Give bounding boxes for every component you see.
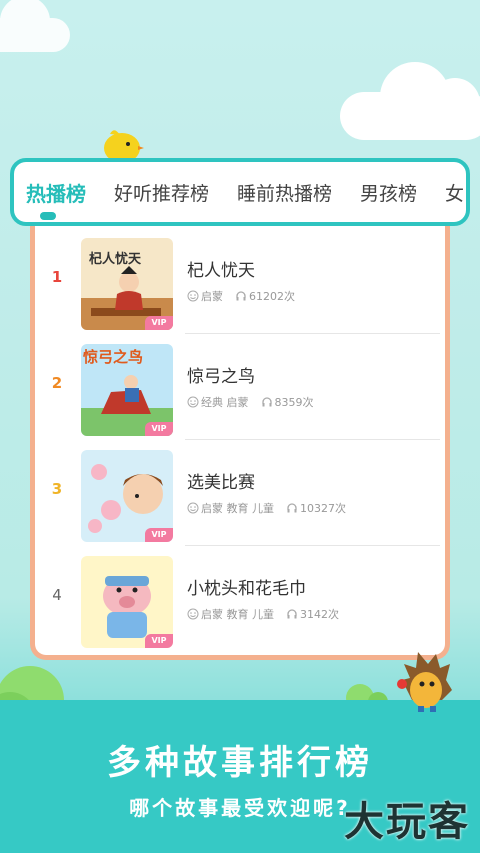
cloud-decoration <box>340 62 480 140</box>
smile-icon <box>187 608 199 620</box>
story-meta: 启蒙 教育 儿童 10327次 <box>187 500 346 516</box>
headphones-icon <box>261 397 272 407</box>
story-cover[interactable]: 惊弓之鸟 VIP <box>81 344 173 436</box>
tab-girls[interactable]: 女 <box>445 179 464 206</box>
smile-icon <box>187 290 199 302</box>
story-meta: 启蒙 61202次 <box>187 288 295 304</box>
active-tab-indicator <box>40 212 56 220</box>
play-count: 8359次 <box>274 396 314 409</box>
vip-badge: VIP <box>145 528 173 542</box>
tab-boys[interactable]: 男孩榜 <box>360 179 417 206</box>
rank-number: 3 <box>51 480 63 498</box>
headphones-icon <box>287 503 297 513</box>
tab-bedtime[interactable]: 睡前热播榜 <box>237 179 332 206</box>
story-cover[interactable]: VIP <box>81 556 173 648</box>
list-item[interactable]: 2 惊弓之鸟 VIP 惊弓之鸟 经典 启蒙 8359次 <box>35 334 445 440</box>
story-meta: 经典 启蒙 8359次 <box>187 394 314 410</box>
story-tags: 启蒙 教育 儿童 <box>201 608 274 621</box>
smile-icon <box>187 396 199 408</box>
story-title: 小枕头和花毛巾 <box>187 579 306 599</box>
list-item[interactable]: 1 杞人忧天 VIP 杞人忧天 启蒙 61202次 <box>35 228 445 334</box>
vip-badge: VIP <box>145 422 173 436</box>
rank-number: 4 <box>52 586 62 604</box>
hedgehog-mascot-icon <box>397 652 452 712</box>
list-item[interactable]: 3 VIP 选美比赛 启蒙 教育 儿童 10327次 <box>35 440 445 546</box>
promo-headline: 多种故事排行榜 <box>107 743 373 783</box>
play-count: 10327次 <box>300 502 346 515</box>
story-title: 杞人忧天 <box>187 261 255 281</box>
rank-number: 2 <box>51 374 63 392</box>
story-tags: 经典 启蒙 <box>201 396 249 409</box>
list-item[interactable]: 4 VIP 小枕头和花毛巾 启蒙 教育 儿童 3142次 <box>35 546 445 652</box>
smile-icon <box>187 502 199 514</box>
story-tags: 启蒙 <box>201 290 223 303</box>
headphones-icon <box>236 291 246 301</box>
story-ranking-list: 1 杞人忧天 VIP 杞人忧天 启蒙 61202次 2 惊弓之鸟 VIP 惊弓之… <box>30 226 450 660</box>
watermark-logo: 大玩客 <box>344 799 470 845</box>
play-count: 61202次 <box>249 290 295 303</box>
headphones-icon <box>287 609 297 619</box>
story-tags: 启蒙 教育 儿童 <box>201 502 274 515</box>
story-meta: 启蒙 教育 儿童 3142次 <box>187 606 339 622</box>
tab-hot[interactable]: 热播榜 <box>26 178 86 207</box>
vip-badge: VIP <box>145 316 173 330</box>
story-cover[interactable]: VIP <box>81 450 173 542</box>
story-cover[interactable]: 杞人忧天 VIP <box>81 238 173 330</box>
rank-number: 1 <box>51 268 63 286</box>
cover-title-text: 杞人忧天 <box>89 252 142 267</box>
cover-title-text: 惊弓之鸟 <box>83 348 144 366</box>
story-title: 选美比赛 <box>187 473 255 493</box>
play-count: 3142次 <box>300 608 339 621</box>
story-title: 惊弓之鸟 <box>187 367 255 387</box>
cloud-decoration <box>0 0 70 52</box>
tab-recommended[interactable]: 好听推荐榜 <box>114 179 209 206</box>
ranking-tab-bar: 热播榜 好听推荐榜 睡前热播榜 男孩榜 女 <box>10 158 470 226</box>
